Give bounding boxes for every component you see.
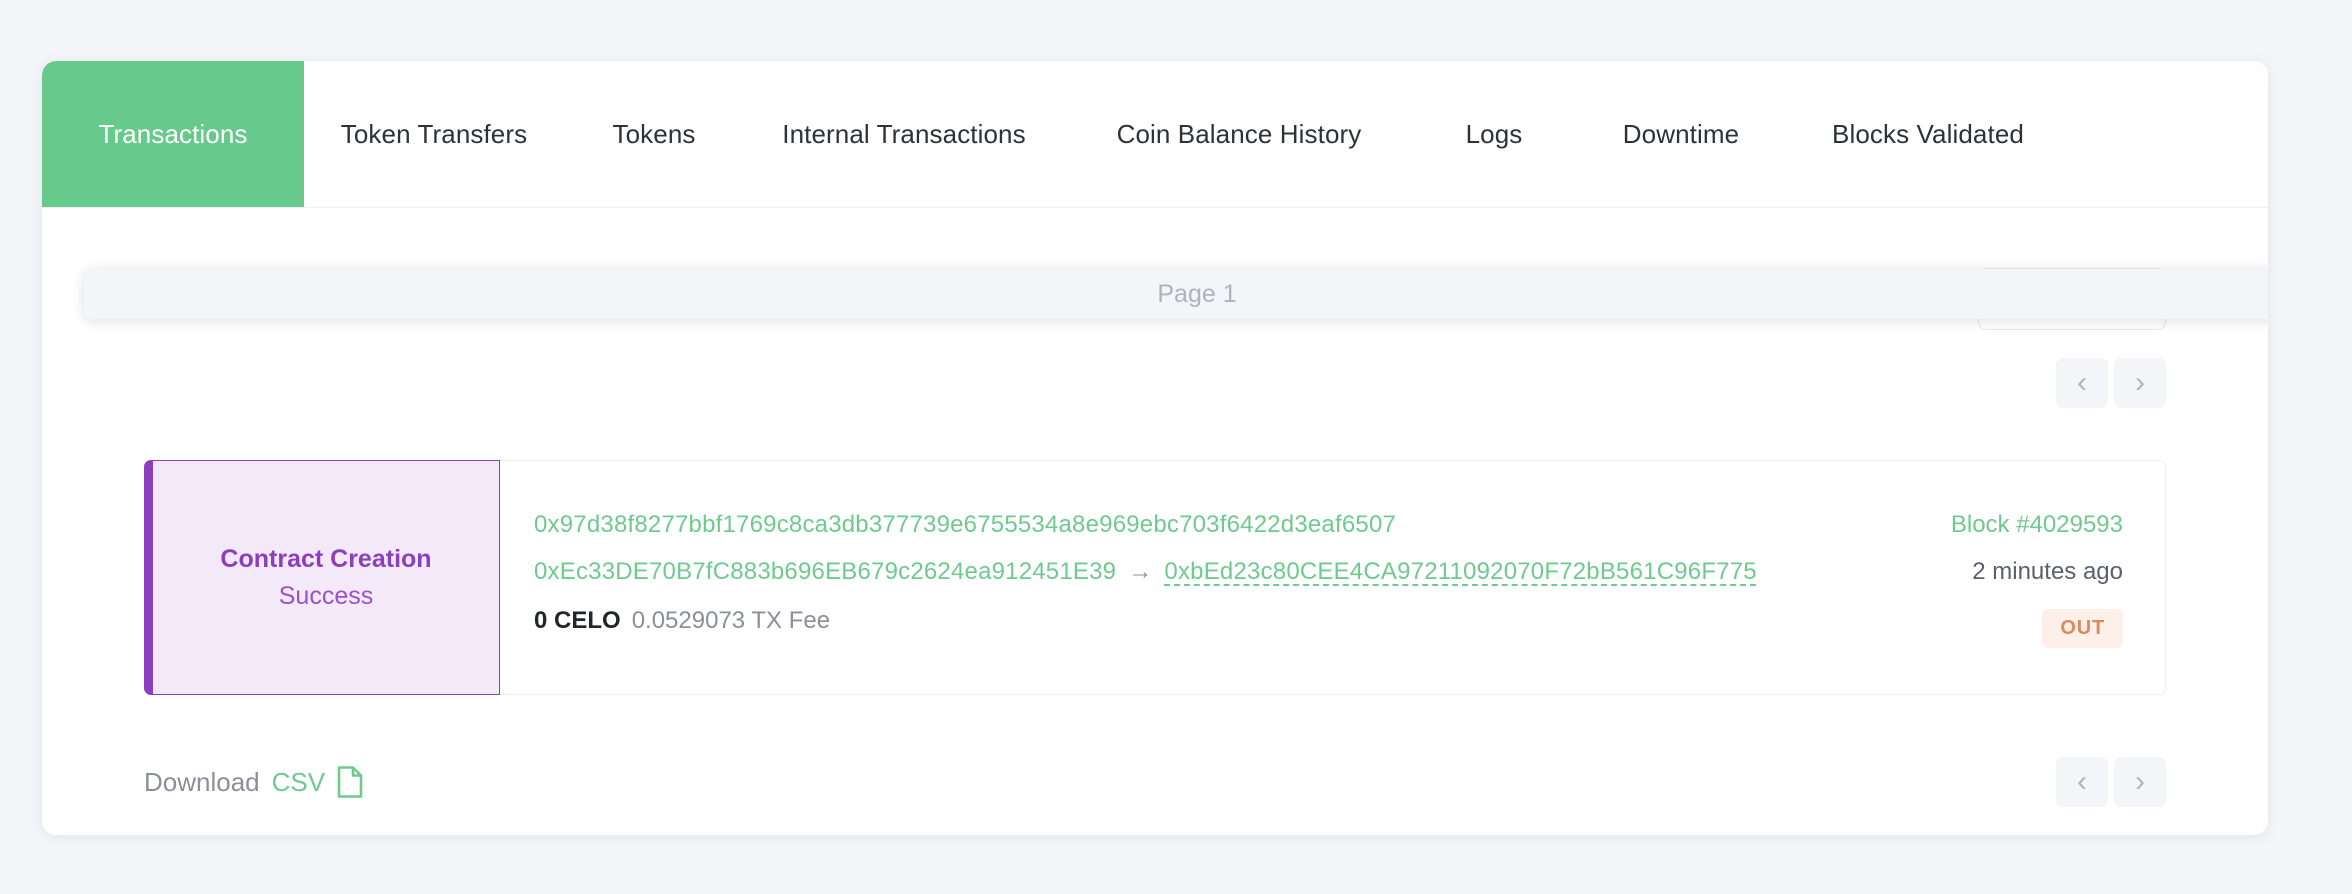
tab-blocks-validated[interactable]: Blocks Validated — [1788, 61, 2068, 207]
file-document-icon — [337, 766, 363, 798]
block-number-link[interactable]: Block #4029593 — [1951, 511, 2123, 539]
tab-tokens[interactable]: Tokens — [564, 61, 744, 207]
download-label: Download — [144, 766, 260, 797]
transaction-hash-link[interactable]: 0x97d38f8277bbf1769c8ca3db377739e6755534… — [534, 511, 1757, 539]
tab-label: Downtime — [1622, 118, 1740, 149]
transaction-type-badge[interactable]: Contract Creation Success — [144, 460, 500, 695]
chevron-left-icon: ‹ — [2077, 765, 2087, 798]
status-badge: OUT — [2042, 609, 2123, 648]
tab-bar: Transactions Token Transfers Tokens Inte… — [42, 61, 2268, 208]
chevron-left-icon: ‹ — [2077, 366, 2087, 399]
tab-downtime[interactable]: Downtime — [1574, 61, 1788, 207]
transaction-meta: Block #4029593 2 minutes ago OUT — [1951, 511, 2127, 648]
transaction-details: 0x97d38f8277bbf1769c8ca3db377739e6755534… — [500, 461, 2165, 694]
transaction-info-lines: 0x97d38f8277bbf1769c8ca3db377739e6755534… — [534, 511, 1757, 635]
transaction-address-line: 0xEc33DE70B7fC883b696EB679c2624ea912451E… — [534, 558, 1757, 586]
chevron-right-icon: › — [2135, 765, 2145, 798]
tab-internal-transactions[interactable]: Internal Transactions — [744, 61, 1064, 207]
transaction-value: 0 CELO — [534, 607, 621, 634]
explorer-card: Transactions Token Transfers Tokens Inte… — [42, 61, 2268, 835]
arrow-right-icon: → — [1128, 558, 1153, 585]
from-address-link[interactable]: 0xEc33DE70B7fC883b696EB679c2624ea912451E… — [534, 558, 1116, 586]
tab-token-transfers[interactable]: Token Transfers — [304, 61, 564, 207]
tab-coin-balance-history[interactable]: Coin Balance History — [1064, 61, 1414, 207]
tab-label: Tokens — [612, 118, 696, 149]
next-page-button[interactable]: › — [2114, 757, 2166, 807]
csv-format-label: CSV — [271, 766, 326, 797]
page-label: Page 1 — [1157, 279, 1237, 308]
transaction-value-line: 0 CELO 0.0529073 TX Fee — [534, 607, 1757, 635]
prev-page-button[interactable]: ‹ — [2056, 757, 2108, 807]
to-address-link[interactable]: 0xbEd23c80CEE4CA97211092070F72bB561C96F7… — [1164, 558, 1756, 586]
tab-label: Blocks Validated — [1832, 118, 2024, 149]
pagination-bottom: ‹ Page 1 › — [84, 269, 2268, 807]
panel-body: Transactions Filter: All ‹ Page 1 › Cont… — [42, 208, 2268, 835]
panel-footer: Download CSV ‹ Page 1 › — [84, 269, 2268, 835]
tab-label: Token Transfers — [340, 118, 528, 149]
tab-label: Internal Transactions — [782, 118, 1026, 149]
tab-transactions[interactable]: Transactions — [42, 61, 304, 207]
chevron-right-icon: › — [2135, 366, 2145, 399]
download-csv-button[interactable]: Download CSV — [144, 766, 363, 798]
tab-label: Coin Balance History — [1116, 118, 1362, 149]
transaction-fee: 0.0529073 TX Fee — [631, 607, 831, 634]
table-row: Contract Creation Success 0x97d38f8277bb… — [144, 460, 2166, 695]
transaction-status-label: Success — [278, 581, 374, 610]
transaction-list: Contract Creation Success 0x97d38f8277bb… — [144, 460, 2166, 695]
transaction-type-label: Contract Creation — [220, 544, 432, 573]
current-page-indicator[interactable]: Page 1 — [84, 269, 2268, 319]
tab-label: Logs — [1465, 118, 1523, 149]
pagination-top: ‹ Page 1 › — [84, 269, 2268, 408]
tab-label: Transactions — [98, 118, 248, 149]
next-page-button[interactable]: › — [2114, 358, 2166, 408]
prev-page-button[interactable]: ‹ — [2056, 358, 2108, 408]
tab-logs[interactable]: Logs — [1414, 61, 1574, 207]
transaction-age: 2 minutes ago — [1972, 558, 2123, 585]
